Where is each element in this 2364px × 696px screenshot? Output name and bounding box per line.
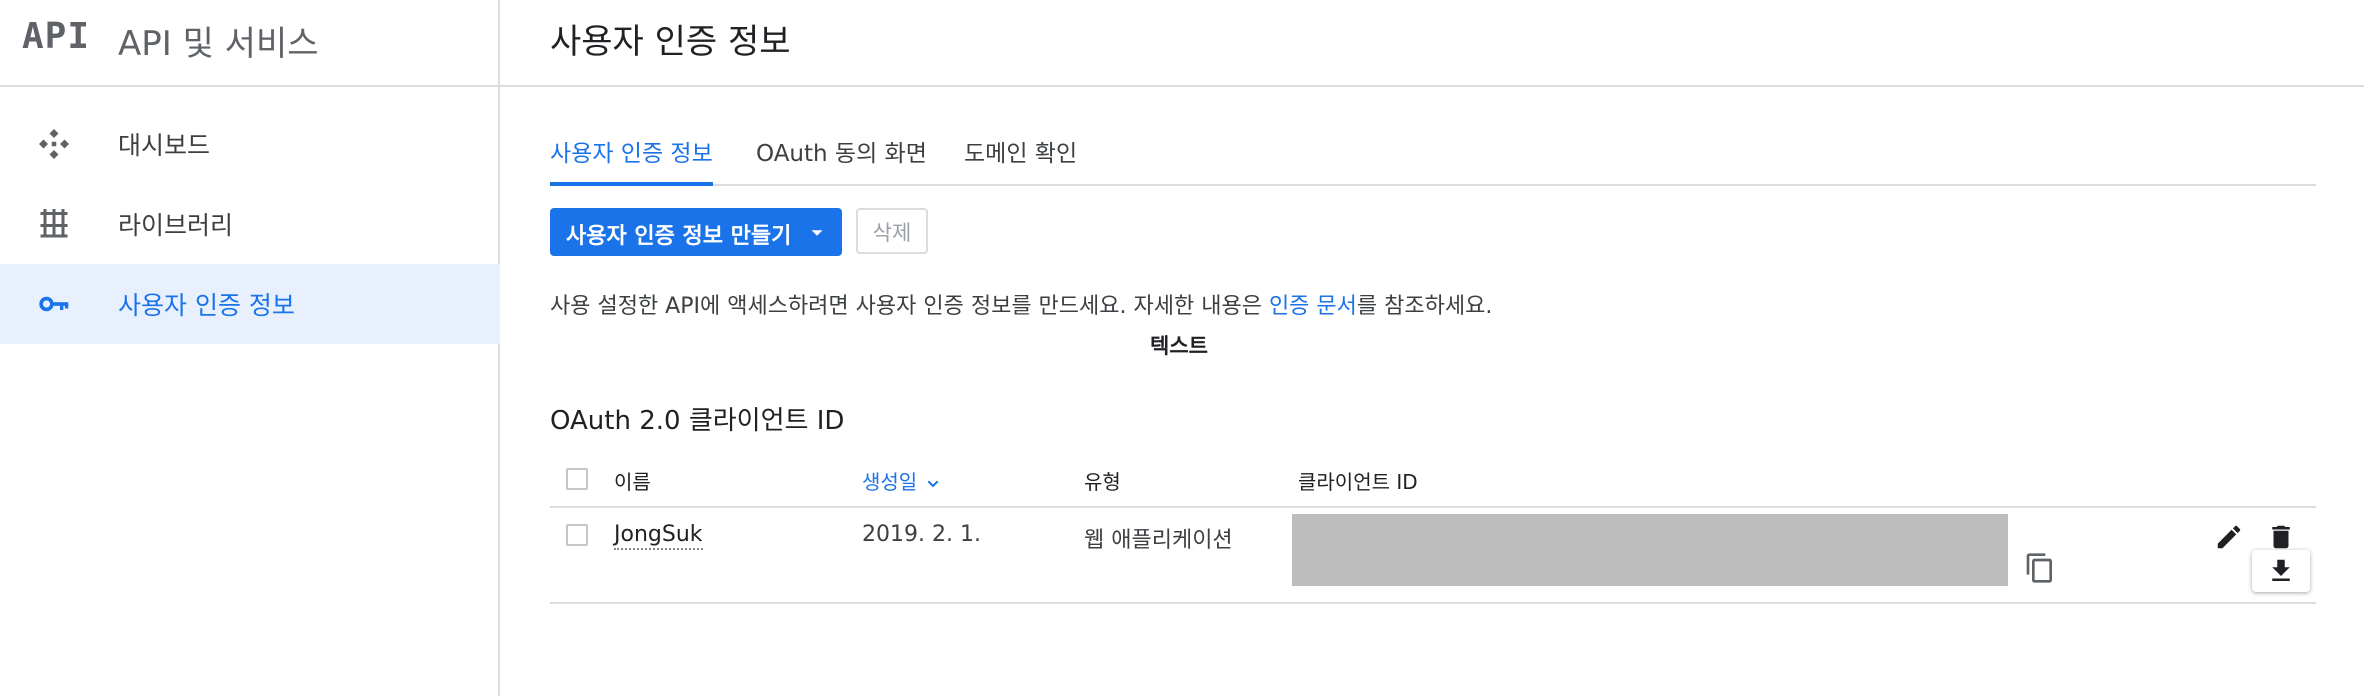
sidebar-item-credentials[interactable]: 사용자 인증 정보: [0, 264, 500, 344]
download-json-button[interactable]: [2252, 550, 2310, 592]
sort-down-icon: [927, 480, 939, 487]
row-checkbox[interactable]: [566, 524, 588, 546]
page-title: 사용자 인증 정보: [550, 22, 791, 62]
sidebar: API API 및 서비스 대시보드 라이브러리 사용자 인증 정보: [0, 0, 500, 696]
column-created-header[interactable]: 생성일: [862, 466, 941, 495]
column-client-id-header: 클라이언트 ID: [1298, 470, 1418, 494]
sidebar-item-dashboard[interactable]: 대시보드: [0, 104, 500, 184]
client-id-redacted: [1292, 514, 2008, 586]
create-credentials-label: 사용자 인증 정보 만들기: [566, 224, 792, 249]
created-date: 2019. 2. 1.: [862, 522, 981, 547]
column-created-label: 생성일: [862, 470, 918, 494]
column-name-header[interactable]: 이름: [614, 466, 651, 495]
delete-button[interactable]: 삭제: [856, 208, 928, 254]
description-prefix: 사용 설정한 API에 액세스하려면 사용자 인증 정보를 만드세요. 자세한 …: [550, 294, 1269, 319]
tab-domain-verification[interactable]: 도메인 확인: [964, 134, 1077, 184]
stray-text: 텍스트: [1150, 334, 1208, 358]
tab-bar: 사용자 인증 정보 OAuth 동의 화면 도메인 확인: [550, 128, 2316, 186]
product-title[interactable]: API 및 서비스: [118, 16, 319, 65]
select-all-checkbox[interactable]: [566, 468, 588, 490]
create-credentials-button[interactable]: 사용자 인증 정보 만들기: [550, 208, 842, 256]
sidebar-item-label: 라이브러리: [118, 211, 234, 240]
page-header: 사용자 인증 정보: [500, 0, 2364, 87]
table-row[interactable]: JongSuk 2019. 2. 1. 웹 애플리케이션: [550, 508, 2316, 604]
tab-credentials[interactable]: 사용자 인증 정보: [550, 134, 713, 186]
column-type-header: 유형: [1084, 470, 1121, 494]
main-content: 사용자 인증 정보 사용자 인증 정보 OAuth 동의 화면 도메인 확인 사…: [500, 0, 2364, 696]
table-header: 이름 생성일 유형 클라이언트 ID: [550, 456, 2316, 508]
download-icon: [2272, 559, 2290, 581]
tab-oauth-consent[interactable]: OAuth 동의 화면: [756, 134, 927, 184]
key-icon: [39, 296, 69, 312]
library-icon: [40, 209, 68, 238]
description-suffix: 를 참조하세요.: [1356, 294, 1493, 319]
dashboard-icon: [39, 129, 69, 159]
brand-header: API API 및 서비스: [0, 0, 500, 87]
copy-icon[interactable]: [2024, 552, 2056, 584]
description-text: 사용 설정한 API에 액세스하려면 사용자 인증 정보를 만드세요. 자세한 …: [550, 288, 1492, 320]
sidebar-item-label: 대시보드: [118, 131, 211, 160]
auth-docs-link[interactable]: 인증 문서: [1269, 294, 1357, 319]
delete-icon[interactable]: [2266, 522, 2296, 552]
client-type: 웹 애플리케이션: [1084, 528, 1233, 553]
dropdown-arrow-icon: [811, 230, 823, 236]
api-logo[interactable]: API: [22, 16, 90, 57]
edit-icon[interactable]: [2214, 522, 2244, 552]
oauth-section-title: OAuth 2.0 클라이언트 ID: [550, 406, 845, 436]
sidebar-item-library[interactable]: 라이브러리: [0, 184, 500, 264]
sidebar-item-label: 사용자 인증 정보: [118, 291, 295, 320]
client-name-link[interactable]: JongSuk: [614, 522, 703, 550]
